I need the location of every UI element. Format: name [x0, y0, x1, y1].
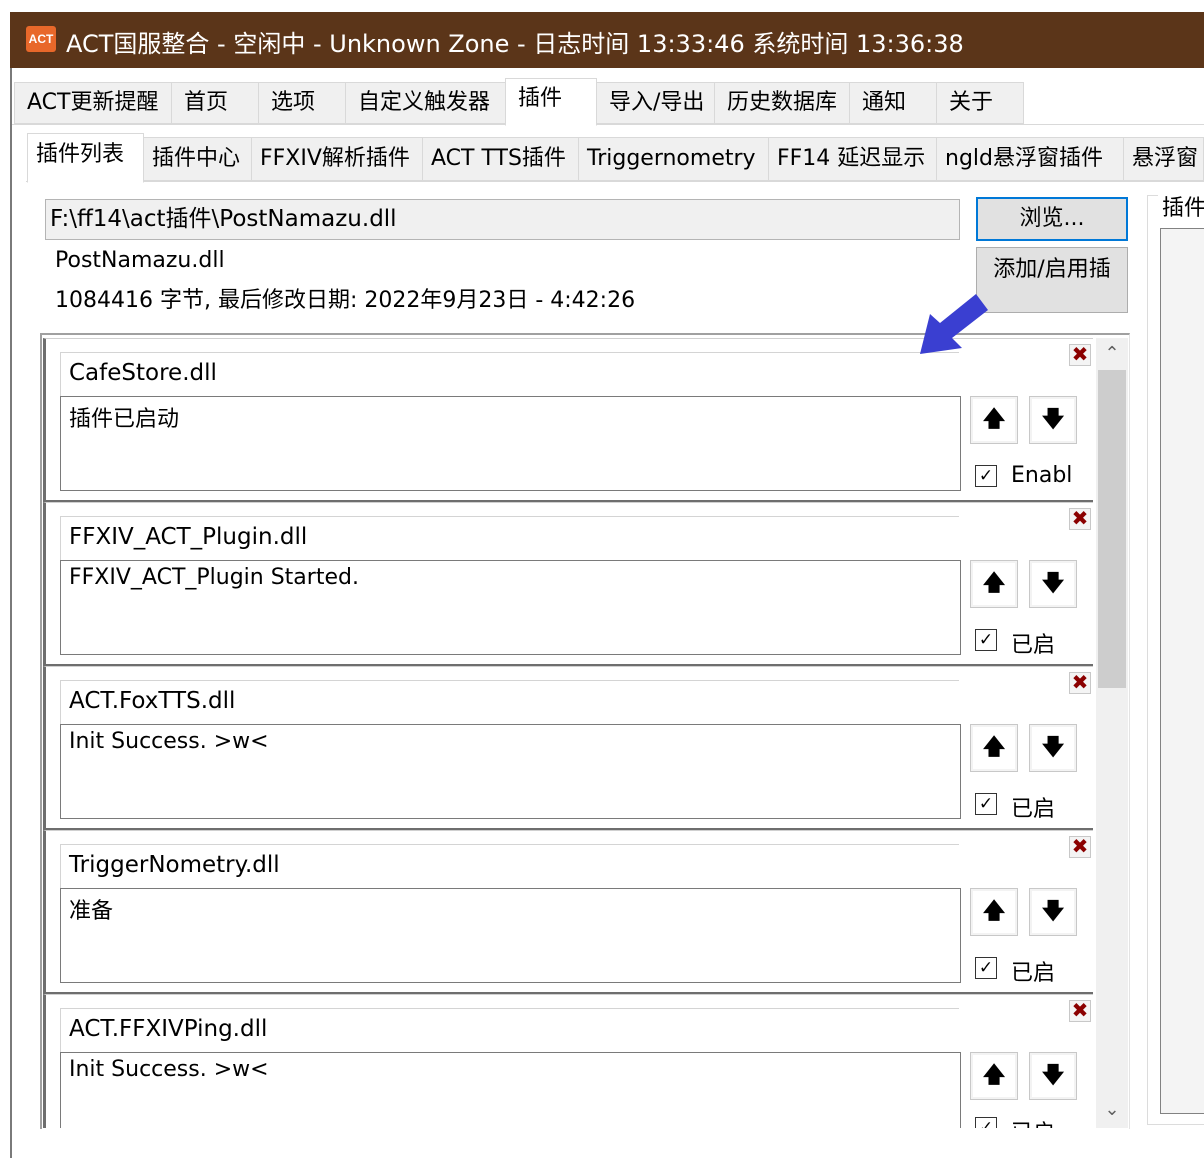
arrow-down-icon[interactable]: 🡇	[1029, 724, 1077, 772]
enabled-checkbox-label[interactable]: 已启	[1011, 791, 1055, 823]
plugin-card: CafeStore.dll 插件已启动 ✖ 🡅 🡇 ✓ Enabl	[43, 338, 1093, 502]
tab-act-tts[interactable]: ACT TTS插件	[422, 137, 579, 181]
plugin-card: ACT.FFXIVPing.dll Init Success. >w< ✖ 🡅 …	[43, 994, 1093, 1128]
close-icon[interactable]: ✖	[1069, 836, 1091, 858]
tab-custom-triggers[interactable]: 自定义触发器	[345, 82, 506, 124]
app-icon: ACT	[26, 26, 56, 52]
enabled-checkbox-label[interactable]: Enabl	[1011, 463, 1072, 488]
tab-triggernometry[interactable]: Triggernometry	[578, 137, 769, 181]
plugin-status-text: Init Success. >w<	[60, 724, 961, 819]
arrow-up-icon[interactable]: 🡅	[970, 396, 1018, 444]
tab-ffxiv-parser[interactable]: FFXIV解析插件	[251, 137, 423, 181]
plugin-info-panel	[1160, 228, 1204, 1114]
tab-ff14-latency[interactable]: FF14 延迟显示	[768, 137, 937, 181]
plugin-tabs-baseline	[26, 181, 1204, 182]
plugin-card: TriggerNometry.dll 准备 ✖ 🡅 🡇 ✓ 已启	[43, 830, 1093, 994]
add-enable-plugin-button[interactable]: 添加/启用插	[976, 247, 1128, 313]
enabled-checkbox-label[interactable]: 已启	[1011, 955, 1055, 987]
checkbox-icon[interactable]: ✓	[975, 793, 997, 815]
scrollbar-thumb[interactable]	[1098, 370, 1126, 688]
main-tabs-baseline	[12, 124, 1204, 125]
selected-file-name: PostNamazu.dll	[55, 248, 225, 273]
enabled-checkbox-label[interactable]: 已启	[1011, 1115, 1055, 1128]
checkbox-icon[interactable]: ✓	[975, 629, 997, 651]
plugin-file-name: CafeStore.dll	[60, 352, 959, 396]
tab-import-export[interactable]: 导入/导出	[596, 82, 715, 124]
tab-notifications[interactable]: 通知	[849, 82, 937, 124]
plugin-status-text: Init Success. >w<	[60, 1052, 961, 1128]
tab-plugin-center[interactable]: 插件中心	[143, 137, 252, 181]
checkbox-icon[interactable]: ✓	[975, 957, 997, 979]
tab-act-update[interactable]: ACT更新提醒	[14, 82, 172, 124]
plugin-file-name: ACT.FoxTTS.dll	[60, 680, 959, 724]
tab-options[interactable]: 选项	[258, 82, 346, 124]
scroll-down-icon[interactable]: ⌄	[1096, 1095, 1128, 1125]
plugin-status-text: FFXIV_ACT_Plugin Started.	[60, 560, 961, 655]
tab-overlay[interactable]: 悬浮窗	[1123, 137, 1204, 181]
window-title: ACT国服整合 - 空闲中 - Unknown Zone - 日志时间 13:3…	[66, 30, 964, 58]
tab-history-db[interactable]: 历史数据库	[714, 82, 850, 124]
close-icon[interactable]: ✖	[1069, 344, 1091, 366]
pointer-arrow-icon	[920, 294, 988, 354]
arrow-down-icon[interactable]: 🡇	[1029, 560, 1077, 608]
plugin-status-text: 插件已启动	[60, 396, 961, 491]
plugin-file-name: ACT.FFXIVPing.dll	[60, 1008, 959, 1052]
tab-plugins[interactable]: 插件	[505, 78, 597, 126]
tab-home[interactable]: 首页	[171, 82, 259, 124]
tab-ngld-overlay[interactable]: ngld悬浮窗插件	[936, 137, 1124, 181]
arrow-up-icon[interactable]: 🡅	[970, 560, 1018, 608]
selected-file-details: 1084416 字节, 最后修改日期: 2022年9月23日 - 4:42:26	[55, 288, 636, 313]
window-frame-left	[10, 68, 12, 1158]
plugin-path-field[interactable]: F:\ff14\act插件\PostNamazu.dll	[45, 199, 960, 240]
tab-about[interactable]: 关于	[936, 82, 1024, 124]
arrow-down-icon[interactable]: 🡇	[1029, 1052, 1077, 1100]
browse-button[interactable]: 浏览...	[976, 197, 1128, 241]
checkbox-icon[interactable]: ✓	[975, 465, 997, 487]
arrow-up-icon[interactable]: 🡅	[970, 888, 1018, 936]
plugin-card: FFXIV_ACT_Plugin.dll FFXIV_ACT_Plugin St…	[43, 502, 1093, 666]
tab-plugin-list[interactable]: 插件列表	[27, 133, 144, 183]
arrow-up-icon[interactable]: 🡅	[970, 724, 1018, 772]
arrow-up-icon[interactable]: 🡅	[970, 1052, 1018, 1100]
arrow-down-icon[interactable]: 🡇	[1029, 396, 1077, 444]
plugin-file-name: TriggerNometry.dll	[60, 844, 959, 888]
plugin-file-name: FFXIV_ACT_Plugin.dll	[60, 516, 959, 560]
plugin-status-text: 准备	[60, 888, 961, 983]
plugin-info-label: 插件	[1158, 190, 1204, 222]
arrow-down-icon[interactable]: 🡇	[1029, 888, 1077, 936]
checkbox-icon[interactable]: ✓	[975, 1117, 997, 1128]
close-icon[interactable]: ✖	[1069, 1000, 1091, 1022]
close-icon[interactable]: ✖	[1069, 508, 1091, 530]
scroll-up-icon[interactable]: ⌃	[1096, 339, 1128, 369]
close-icon[interactable]: ✖	[1069, 672, 1091, 694]
plugin-card: ACT.FoxTTS.dll Init Success. >w< ✖ 🡅 🡇 ✓…	[43, 666, 1093, 830]
title-bar: ACT ACT国服整合 - 空闲中 - Unknown Zone - 日志时间 …	[10, 12, 1204, 68]
enabled-checkbox-label[interactable]: 已启	[1011, 627, 1055, 659]
